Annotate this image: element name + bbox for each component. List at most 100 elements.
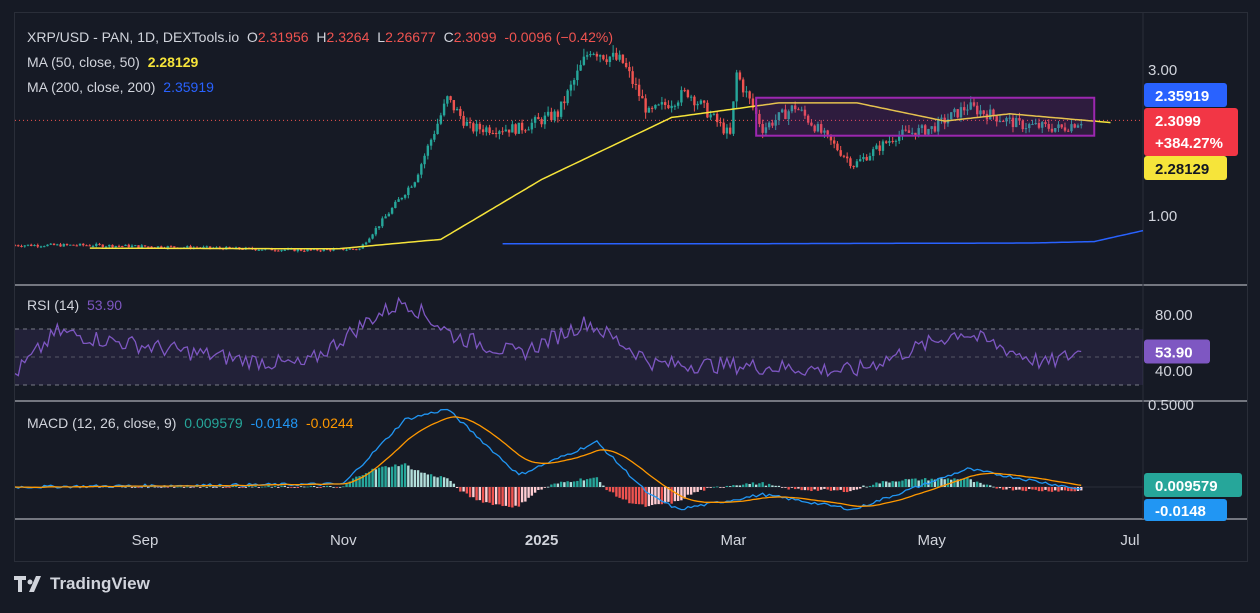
time-tick-label: May xyxy=(918,532,947,549)
candle-body xyxy=(546,111,550,116)
candle-body xyxy=(46,244,49,247)
candle-body xyxy=(839,150,842,156)
macd-histogram-bar xyxy=(316,487,319,488)
candle-body xyxy=(576,70,579,81)
macd-histogram-bar xyxy=(917,480,920,487)
macd-histogram-bar xyxy=(299,486,303,487)
candle-body xyxy=(881,141,885,151)
macd-histogram-bar xyxy=(572,481,576,487)
macd-histogram-bar xyxy=(849,487,852,492)
tradingview-brand: TradingView xyxy=(50,574,150,593)
candle-body xyxy=(836,143,839,151)
macd-histogram-bar xyxy=(845,487,849,493)
macd-histogram-bar xyxy=(878,483,881,487)
candle-body xyxy=(468,121,472,124)
macd-histogram-bar xyxy=(186,486,189,488)
candle-body xyxy=(121,245,124,247)
candle-body xyxy=(748,91,751,99)
macd-histogram-bar xyxy=(338,486,342,488)
candle-body xyxy=(429,139,433,146)
macd-histogram-bar xyxy=(403,463,407,487)
candle-body xyxy=(631,71,634,84)
candle-body xyxy=(426,145,430,156)
candle-body xyxy=(390,207,394,214)
candle-body xyxy=(23,245,26,247)
time-tick-label: Sep xyxy=(132,532,159,549)
open-value: 2.31956 xyxy=(257,29,309,45)
candle-body xyxy=(26,244,30,246)
macd-legend: MACD (12, 26, close, 9) 0.009579 -0.0148… xyxy=(27,415,357,431)
high-label: H xyxy=(316,29,327,45)
macd-histogram-bar xyxy=(855,487,859,490)
candle-body xyxy=(865,156,868,161)
macd-histogram-bar xyxy=(355,476,358,487)
macd-histogram-bar xyxy=(579,478,582,487)
chart-container[interactable]: 3.00 1.00 2.35919 2.3099 +384.27% 2.28129 80.0… xyxy=(14,12,1248,562)
chart-canvas[interactable]: 3.00 1.00 2.35919 2.3099 +384.27% 2.28129 80.0… xyxy=(15,13,1247,561)
candle-body xyxy=(104,246,108,248)
candle-body xyxy=(553,111,556,121)
candle-body xyxy=(472,123,475,132)
change-value: -0.0096 (−0.42%) xyxy=(504,29,613,45)
macd-histogram-bar xyxy=(634,487,638,504)
candle-body xyxy=(722,122,725,134)
candle-body xyxy=(728,127,732,134)
candle-body xyxy=(33,245,36,247)
candle-body xyxy=(137,245,140,248)
macd-histogram-bar xyxy=(550,484,553,487)
tradingview-logo[interactable]: TradingView xyxy=(14,574,150,594)
candle-body xyxy=(78,243,82,246)
macd-histogram-bar xyxy=(1044,487,1047,490)
macd-histogram-bar xyxy=(205,486,208,488)
candle-body xyxy=(888,140,891,143)
candle-body xyxy=(634,83,638,85)
candle-body xyxy=(572,80,576,85)
macd-histogram-bar xyxy=(472,487,475,498)
macd-histogram-bar xyxy=(306,486,309,488)
macd-histogram-bar xyxy=(329,486,332,487)
consolidation-box[interactable] xyxy=(755,96,1096,137)
macd-line-value: -0.0148 xyxy=(250,415,299,431)
macd-histogram-bar xyxy=(1050,487,1054,492)
macd-histogram-bar xyxy=(459,487,462,492)
macd-histogram-bar xyxy=(173,487,176,488)
candle-body xyxy=(559,101,563,117)
macd-histogram-bar xyxy=(394,464,397,487)
macd-histogram-bar xyxy=(800,487,803,491)
candle-body xyxy=(296,249,300,252)
candle-body xyxy=(478,123,482,130)
candle-body xyxy=(624,62,628,67)
macd-histogram-bar xyxy=(475,487,478,501)
time-tick-label: Mar xyxy=(720,532,746,549)
macd-histogram-bar xyxy=(520,487,524,503)
ohlc-legend: XRP/USD - PAN, 1D, DEXTools.io O2.31956 … xyxy=(27,29,617,45)
candle-body xyxy=(514,124,517,134)
candle-body xyxy=(488,127,491,133)
macd-histogram-bar xyxy=(865,486,868,488)
candle-body xyxy=(537,117,540,120)
macd-histogram-bar xyxy=(436,477,439,487)
rsi-value: 53.90 xyxy=(87,297,123,313)
candle-body xyxy=(871,149,875,156)
macd-histogram-bar xyxy=(891,481,894,487)
candle-body xyxy=(98,243,101,245)
candle-body xyxy=(101,244,104,247)
candle-body xyxy=(494,133,498,135)
candle-body xyxy=(394,201,397,208)
candle-body xyxy=(416,174,420,183)
candle-body xyxy=(75,245,78,247)
candle-body xyxy=(449,96,452,101)
macd-histogram-bar xyxy=(455,487,459,489)
candle-body xyxy=(358,248,361,250)
macd-histogram-bar xyxy=(709,487,712,488)
macd-histogram-bar xyxy=(504,487,508,506)
macd-histogram-bar xyxy=(124,486,127,488)
macd-histogram-bar xyxy=(998,487,1002,489)
macd-histogram-bar xyxy=(556,483,560,487)
macd-histogram-bar xyxy=(312,485,316,487)
macd-histogram-bar xyxy=(738,485,742,487)
candle-body xyxy=(702,100,706,103)
macd-histogram-bar xyxy=(706,487,709,488)
candle-body xyxy=(852,166,855,168)
macd-histogram-bar xyxy=(384,466,387,487)
